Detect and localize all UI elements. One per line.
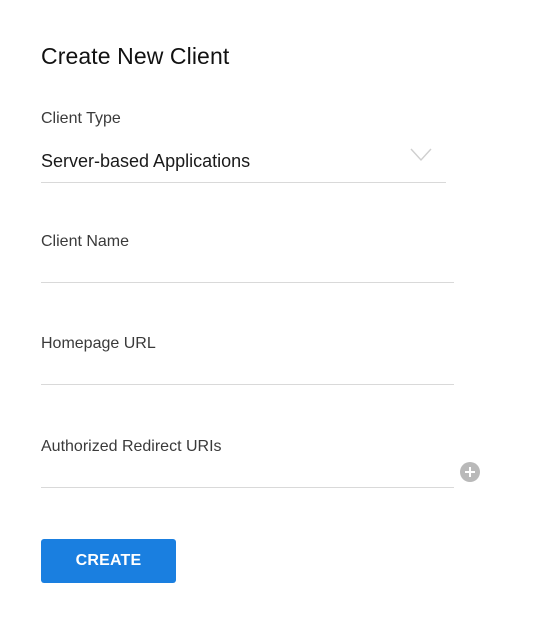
page-title: Create New Client (41, 43, 230, 69)
homepage-url-input[interactable] (41, 354, 454, 385)
client-name-input[interactable] (41, 252, 454, 283)
client-name-label: Client Name (41, 233, 130, 250)
client-type-label: Client Type (41, 110, 121, 127)
create-button[interactable]: CREATE (41, 539, 176, 583)
add-redirect-uri-icon[interactable] (460, 462, 480, 482)
redirect-uris-label: Authorized Redirect URIs (41, 438, 222, 455)
redirect-uri-input[interactable] (41, 457, 454, 488)
client-type-select[interactable]: Server-based Applications (41, 146, 446, 183)
chevron-down-icon (410, 148, 432, 162)
client-type-selected-value: Server-based Applications (41, 151, 251, 171)
homepage-url-label: Homepage URL (41, 335, 156, 352)
